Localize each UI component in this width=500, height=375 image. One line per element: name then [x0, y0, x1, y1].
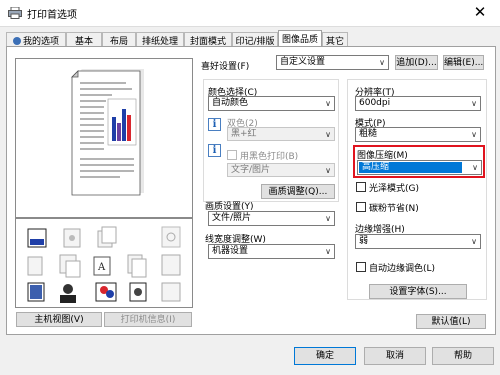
cancel-button[interactable]: 取消 — [364, 347, 426, 365]
favorites-select[interactable]: 自定义设置 ∨ — [276, 55, 389, 70]
resolution-value: 600dpi — [359, 98, 391, 108]
booklet-icon — [27, 256, 43, 276]
help-button[interactable]: 帮助 — [432, 347, 494, 365]
info-icon: i — [208, 144, 221, 157]
tab-my-options[interactable]: 我的选项 — [6, 32, 66, 47]
color-users-icon — [95, 282, 117, 302]
edit-favorite-button[interactable]: 编辑(E)... — [443, 55, 484, 70]
chevron-down-icon: ∨ — [325, 166, 331, 175]
person-icon — [12, 37, 21, 45]
tab-stamp-layout[interactable]: 印记/排版 — [232, 32, 278, 47]
tab-layout[interactable]: 布局 — [102, 32, 136, 47]
toner-save-checkbox[interactable] — [356, 202, 366, 212]
overlay-icon — [161, 254, 181, 276]
page-preview — [15, 58, 193, 218]
quality-adjust-button[interactable]: 画质调整(Q)... — [261, 184, 335, 199]
staple-icon — [63, 228, 81, 248]
secure-print-icon — [129, 282, 147, 302]
mode-value: 粗糙 — [359, 129, 378, 139]
main-view-button[interactable]: 主机视图(V) — [16, 312, 102, 327]
chevron-down-icon: ∨ — [471, 130, 477, 139]
glossy-checkbox[interactable] — [356, 182, 366, 192]
printer-icon — [8, 6, 22, 19]
edge-select[interactable]: 弱 ∨ — [355, 234, 481, 249]
highlight-callout — [353, 145, 485, 178]
add-favorite-button[interactable]: 追加(D)... — [395, 55, 438, 70]
chevron-down-icon: ∨ — [471, 237, 477, 246]
black-print-label: 用黑色打印(B) — [240, 152, 299, 162]
duotone-select[interactable]: 黑+红 ∨ — [227, 127, 335, 141]
ok-button[interactable]: 确定 — [294, 347, 356, 365]
edge-value: 弱 — [359, 236, 369, 246]
mode-select[interactable]: 粗糙 ∨ — [355, 127, 481, 142]
tab-basic[interactable]: 基本 — [66, 32, 102, 47]
black-print-checkbox[interactable] — [227, 150, 237, 160]
quality-value: 文件/照片 — [212, 213, 252, 223]
close-icon[interactable]: ✕ — [460, 0, 500, 26]
favorites-value: 自定义设置 — [280, 57, 326, 67]
info-icon: i — [208, 118, 221, 131]
svg-text:A: A — [97, 262, 106, 273]
glossy-label: 光泽模式(G) — [369, 184, 419, 194]
paper-tray-icon — [27, 228, 47, 248]
black-print-value: 文字/图片 — [231, 165, 271, 175]
punch-icon — [161, 226, 181, 248]
tab-cover-mode[interactable]: 封面模式 — [184, 32, 232, 47]
resolution-select[interactable]: 600dpi ∨ — [355, 96, 481, 111]
chevron-down-icon: ∨ — [325, 214, 331, 223]
auto-trap-label: 自动边缘调色(L) — [369, 264, 436, 274]
color-value: 自动颜色 — [212, 98, 249, 108]
toner-save-label: 碳粉节省(N) — [369, 204, 419, 214]
color-select[interactable]: 自动颜色 ∨ — [208, 96, 335, 111]
quality-select[interactable]: 文件/照片 ∨ — [208, 211, 335, 226]
font-settings-button[interactable]: 设置字体(S)... — [369, 284, 467, 299]
favorites-label: 喜好设置(F) — [201, 62, 250, 72]
copy-icon — [97, 226, 117, 248]
chevron-down-icon: ∨ — [325, 247, 331, 256]
cover-icon — [27, 282, 45, 302]
auto-trap-checkbox[interactable] — [356, 262, 366, 272]
option-icons-panel: A — [15, 218, 193, 308]
black-print-select[interactable]: 文字/图片 ∨ — [227, 163, 335, 177]
duotone-value: 黑+红 — [231, 129, 257, 139]
chevron-down-icon: ∨ — [471, 99, 477, 108]
line-width-value: 机器设置 — [212, 246, 249, 256]
line-width-select[interactable]: 机器设置 ∨ — [208, 244, 335, 259]
chevron-down-icon: ∨ — [379, 58, 385, 67]
text-icon: A — [93, 256, 111, 276]
stamp-icon — [127, 254, 147, 278]
chevron-down-icon: ∨ — [325, 130, 331, 139]
user-icon — [60, 284, 76, 303]
printer-info-button[interactable]: 打印机信息(I) — [104, 312, 192, 327]
tab-other[interactable]: 其它 — [322, 32, 348, 47]
watermark-icon — [161, 282, 181, 302]
default-button[interactable]: 默认值(L) — [416, 314, 486, 329]
chevron-down-icon: ∨ — [325, 99, 331, 108]
tab-paper-output[interactable]: 排纸处理 — [136, 32, 184, 47]
fold-icon — [59, 254, 81, 278]
window-title: 打印首选项 — [27, 10, 77, 21]
